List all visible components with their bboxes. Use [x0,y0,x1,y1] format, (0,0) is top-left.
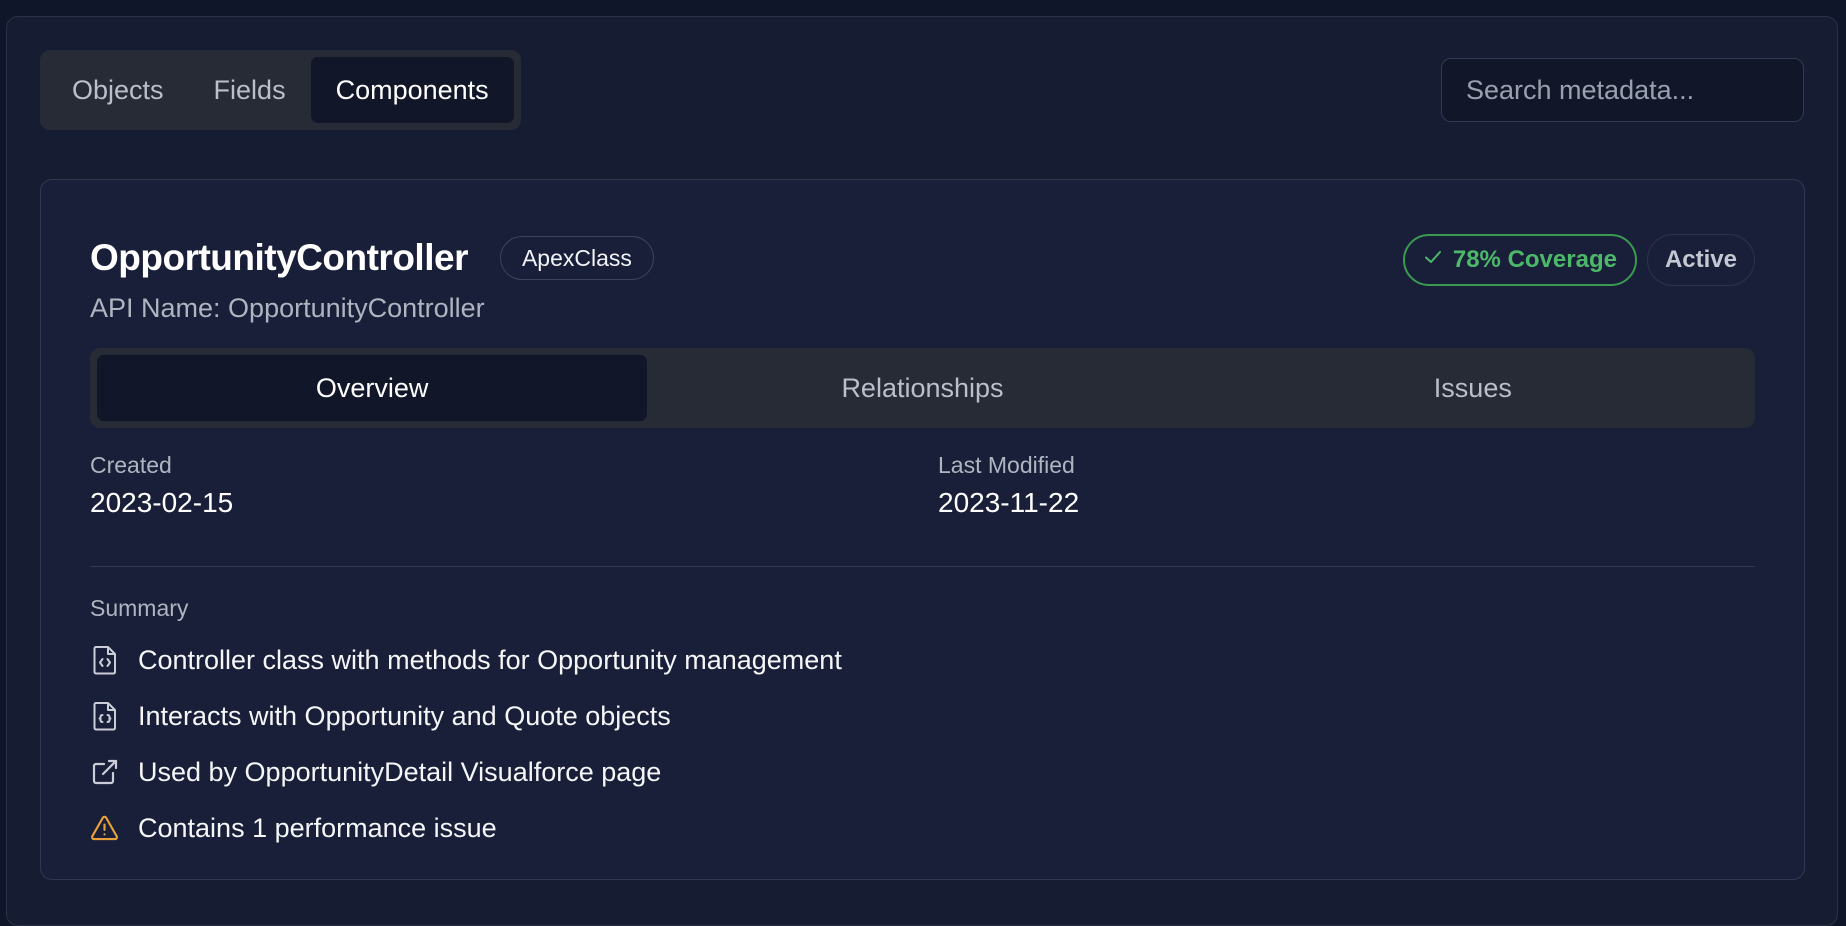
created-meta: Created 2023-02-15 [90,452,233,519]
list-item: Contains 1 performance issue [90,800,842,856]
tab-components[interactable]: Components [310,57,514,123]
summary-text: Controller class with methods for Opport… [138,644,842,675]
status-badge: Active [1646,234,1755,286]
last-modified-label: Last Modified [938,452,1075,478]
search-input[interactable] [1441,58,1804,122]
summary-label: Summary [90,595,189,621]
api-name: API Name: OpportunityController [90,293,485,323]
created-value: 2023-02-15 [90,487,234,518]
summary-list: Controller class with methods for Opport… [90,632,842,856]
file-code-icon [90,702,119,731]
divider [90,566,1755,567]
tab-issues[interactable]: Issues [1198,355,1748,421]
summary-text: Contains 1 performance issue [138,812,497,843]
component-title: OpportunityController [90,237,468,278]
created-label: Created [90,452,172,478]
warning-icon [90,814,119,843]
tab-overview[interactable]: Overview [97,355,648,421]
detail-tab-bar: Overview Relationships Issues [90,348,1755,428]
list-item: Used by OpportunityDetail Visualforce pa… [90,744,842,800]
list-item: Controller class with methods for Opport… [90,632,842,688]
tab-fields[interactable]: Fields [189,57,311,123]
tab-objects[interactable]: Objects [47,57,189,123]
tab-relationships[interactable]: Relationships [647,355,1197,421]
list-item: Interacts with Opportunity and Quote obj… [90,688,842,744]
top-tab-bar: Objects Fields Components [40,50,521,130]
summary-text: Interacts with Opportunity and Quote obj… [138,700,671,731]
type-badge: ApexClass [499,236,654,280]
summary-text: Used by OpportunityDetail Visualforce pa… [138,756,662,787]
external-link-icon [90,758,119,787]
metadata-explorer-panel: Objects Fields Components OpportunityCon… [6,16,1838,926]
coverage-badge: 78% Coverage [1402,234,1637,286]
badge-group: 78% Coverage Active [1402,234,1755,286]
file-code-icon [90,646,119,675]
check-icon [1423,246,1443,274]
last-modified-value: 2023-11-22 [938,487,1080,518]
component-detail-card: OpportunityController ApexClass 78% Cove… [40,179,1805,880]
last-modified-meta: Last Modified 2023-11-22 [938,452,1079,519]
title-row: OpportunityController ApexClass [90,236,654,280]
coverage-label: 78% Coverage [1452,246,1617,273]
